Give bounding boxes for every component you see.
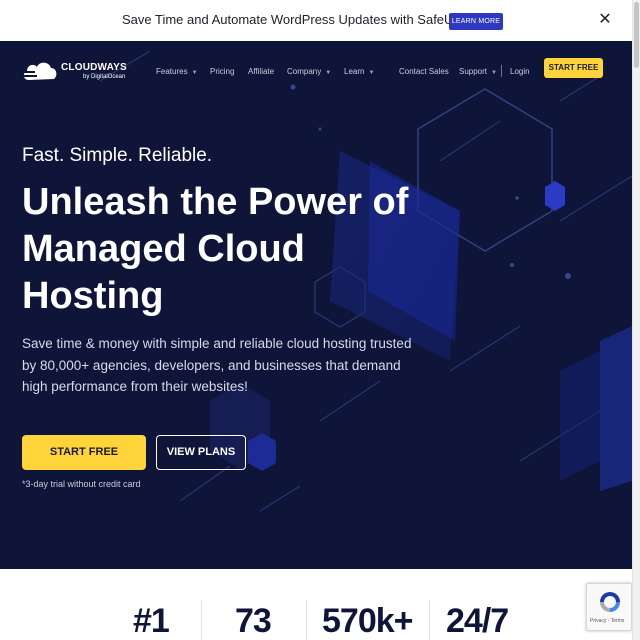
nav-company-label: Company	[287, 67, 322, 76]
recaptcha-footer[interactable]: Privacy - Terms	[590, 618, 624, 624]
hero-section: CLOUDWAYS by DigitalOcean Features ▼ Pric…	[0, 41, 632, 569]
logo-subtitle: by DigitalOcean	[83, 74, 126, 80]
nav-features[interactable]: Features ▼	[156, 67, 198, 76]
nav-contact-sales[interactable]: Contact Sales	[399, 67, 449, 76]
nav-login[interactable]: Login	[510, 67, 530, 76]
learn-more-button[interactable]: LEARN MORE	[449, 13, 503, 30]
announcement-text: Save Time and Automate WordPress Updates…	[122, 12, 497, 27]
nav-login-label: Login	[510, 67, 530, 76]
stat-value: #1	[133, 602, 170, 640]
nav-learn-label: Learn	[344, 67, 365, 76]
close-icon[interactable]: ✕	[596, 11, 614, 29]
recaptcha-badge[interactable]: Privacy - Terms	[586, 583, 632, 631]
nav-support[interactable]: Support ▼	[459, 67, 497, 76]
stat-divider	[429, 600, 430, 640]
headline-line: Hosting	[22, 275, 164, 317]
nav-affiliate[interactable]: Affiliate	[248, 67, 274, 76]
headline-line: Managed Cloud	[22, 228, 305, 270]
chevron-down-icon: ▼	[191, 70, 198, 76]
hero-start-free-button[interactable]: START FREE	[22, 435, 146, 470]
cloudways-logo[interactable]: CLOUDWAYS by DigitalOcean	[21, 58, 131, 86]
headline-line: Unleash the Power of	[22, 181, 409, 223]
nav-features-label: Features	[156, 67, 188, 76]
nav-start-free-button[interactable]: START FREE	[544, 58, 603, 78]
logo-name: CLOUDWAYS	[61, 62, 127, 73]
cloud-logo-icon	[21, 62, 57, 80]
chevron-down-icon: ▼	[491, 70, 497, 76]
nav-pricing-label: Pricing	[210, 67, 235, 76]
stat-value: 24/7	[446, 602, 509, 640]
nav-affiliate-label: Affiliate	[248, 67, 275, 76]
scrollbar-thumb[interactable]	[634, 2, 639, 68]
page-scrollbar[interactable]	[632, 0, 640, 640]
stat-divider	[201, 600, 202, 640]
recaptcha-icon	[600, 592, 620, 612]
nav-divider	[501, 65, 502, 77]
stat-value: 570k+	[322, 602, 413, 640]
stat-value: 73	[235, 602, 272, 640]
hero-tagline: Fast. Simple. Reliable.	[22, 145, 213, 166]
chevron-down-icon: ▼	[325, 70, 332, 76]
view-plans-button[interactable]: VIEW PLANS	[156, 435, 246, 470]
chevron-down-icon: ▼	[368, 70, 375, 76]
trial-note: *3-day trial without credit card	[22, 479, 141, 489]
hero-subtext: Save time & money with simple and reliab…	[22, 336, 412, 394]
hero-headline: Unleash the Power of Managed Cloud Hosti…	[22, 179, 422, 320]
stat-divider	[306, 600, 307, 640]
announcement-bar: Save Time and Automate WordPress Updates…	[0, 0, 632, 41]
nav-contact-sales-label: Contact Sales	[399, 67, 449, 76]
nav-company[interactable]: Company ▼	[287, 67, 331, 76]
nav-support-label: Support	[459, 67, 488, 76]
nav-pricing[interactable]: Pricing	[210, 67, 234, 76]
nav-learn[interactable]: Learn ▼	[344, 67, 374, 76]
stats-section: #1 73 570k+ 24/7	[0, 569, 632, 640]
